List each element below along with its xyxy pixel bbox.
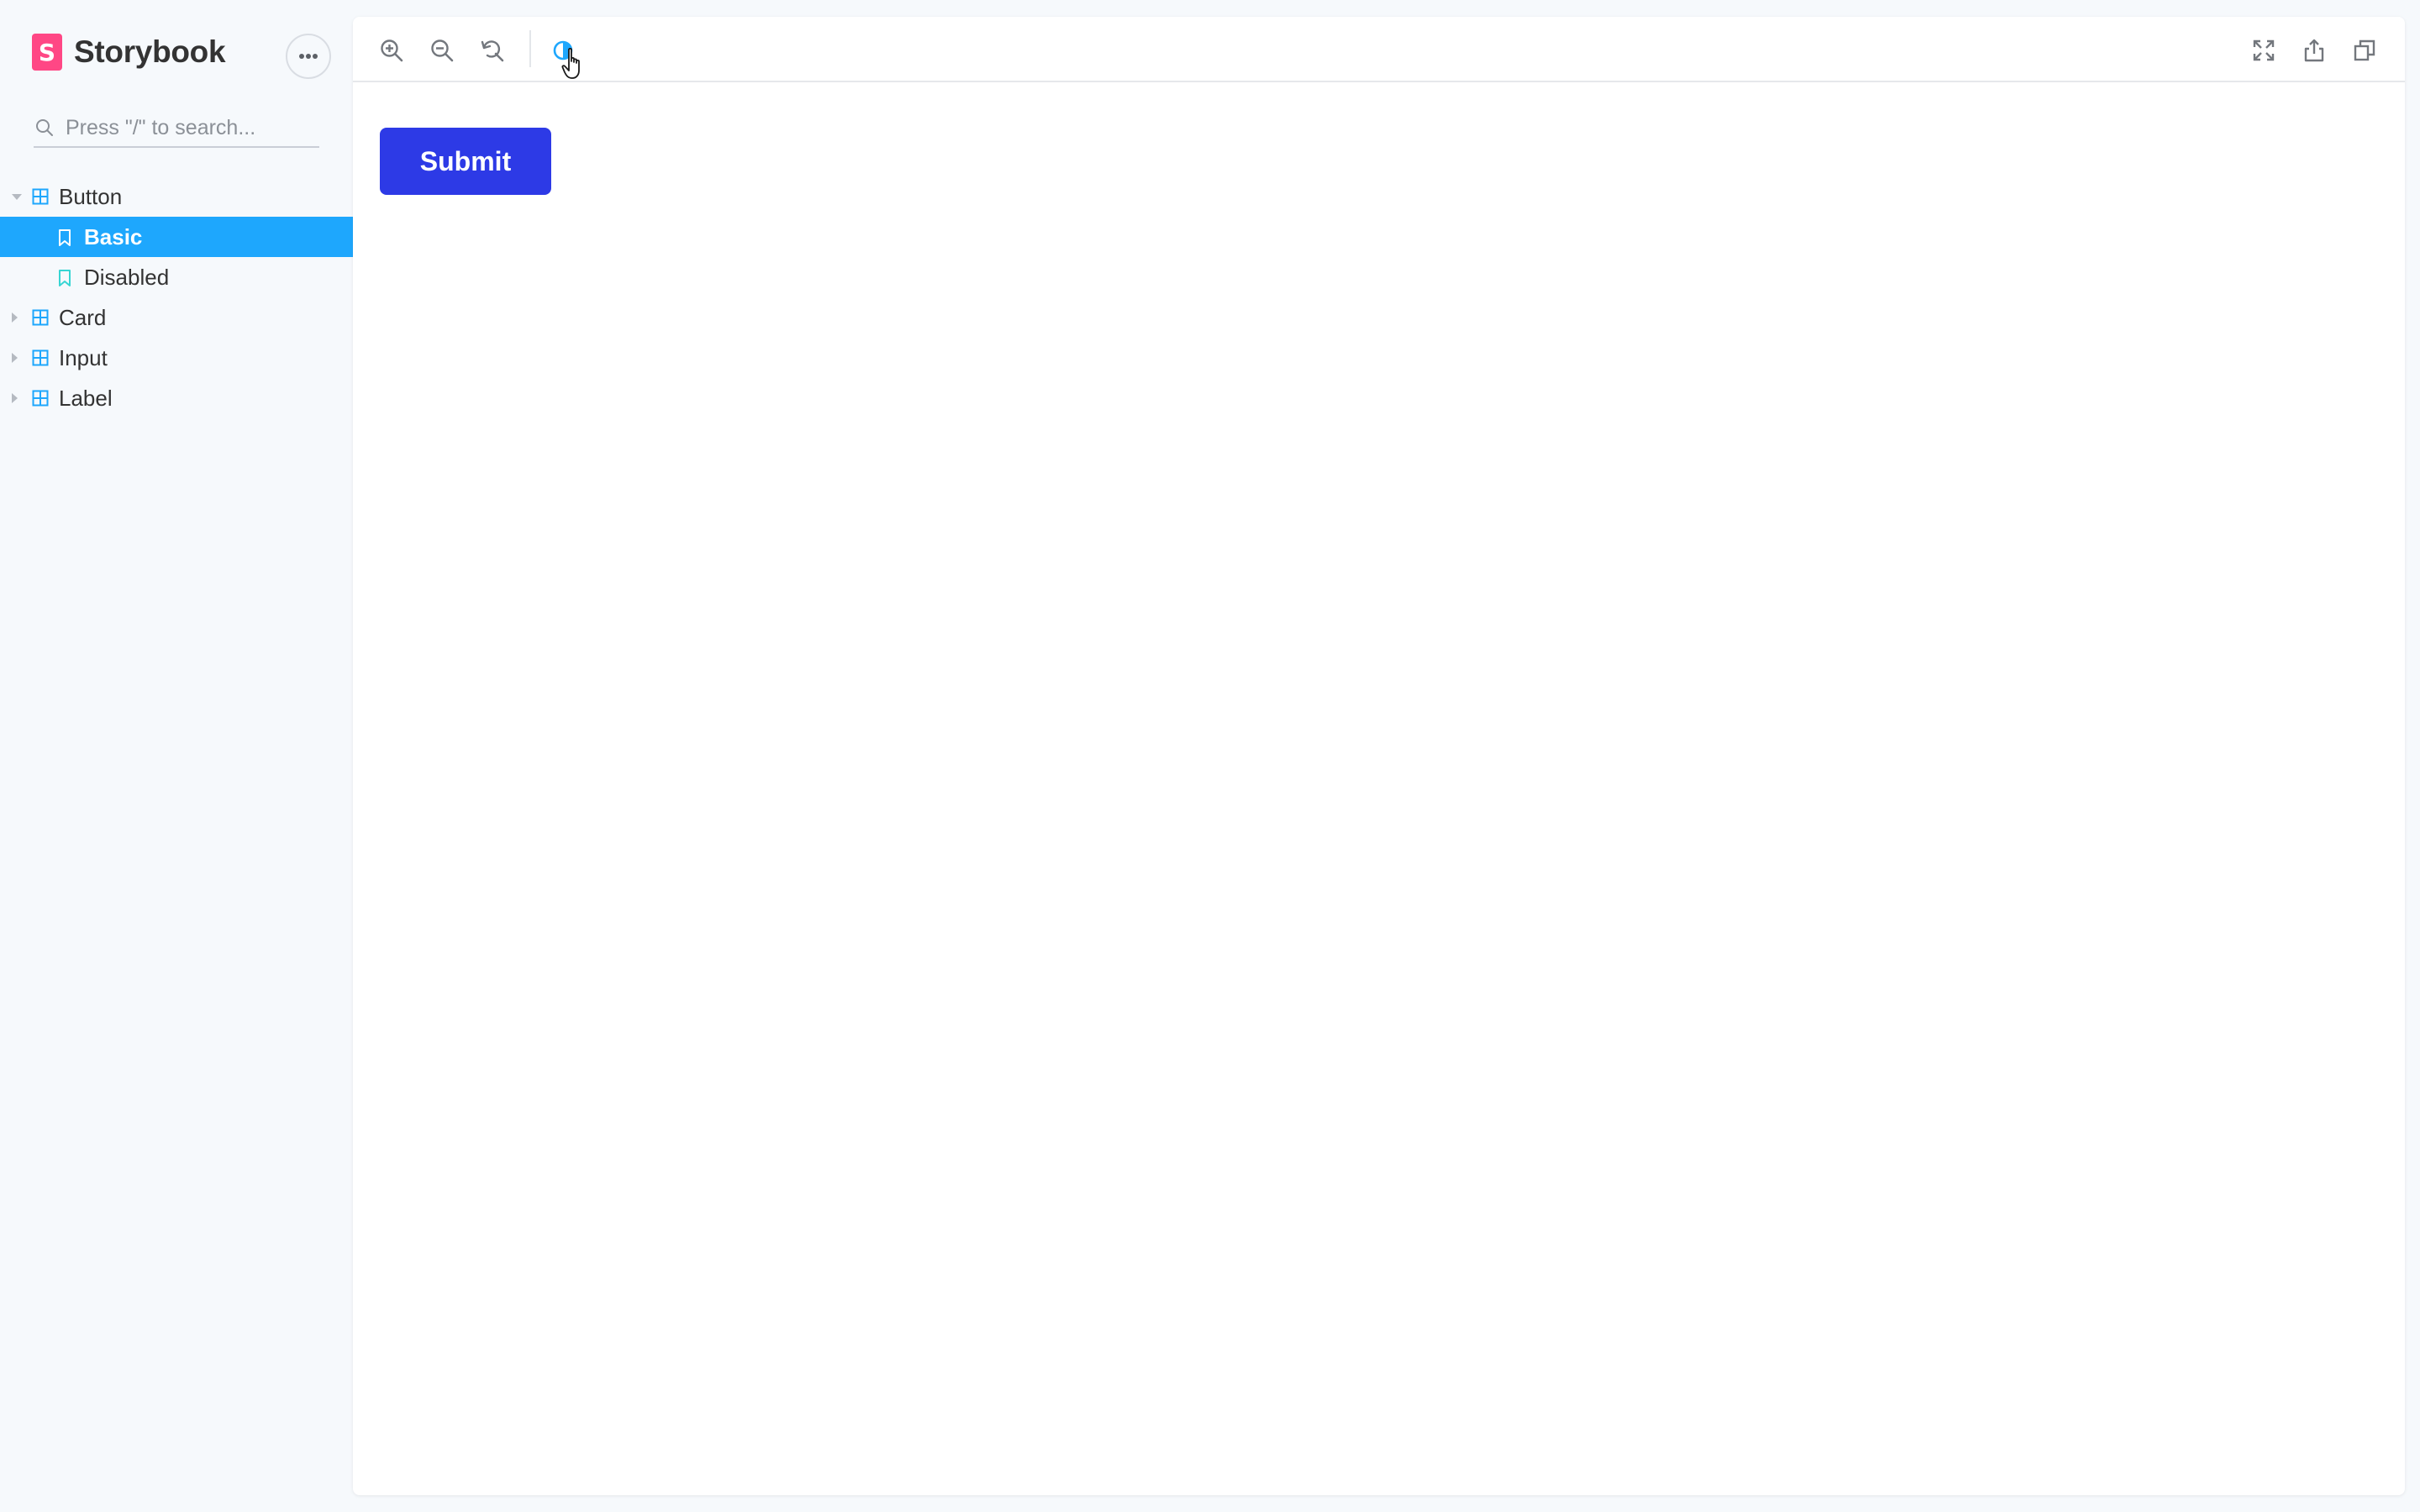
tree-item-disabled[interactable]: Disabled [0,257,353,297]
tree-item-label: Label [59,385,113,411]
component-icon [32,188,49,205]
zoom-in-button[interactable] [375,34,408,67]
search-box [34,109,319,148]
tree-item-label: Disabled [84,264,170,290]
tree-item-card[interactable]: Card [0,297,353,338]
preview-panel: Submit [353,17,2405,1495]
tree-item-label: Input [59,344,108,370]
bookmark-icon [59,229,71,246]
share-button[interactable] [2297,34,2331,67]
story-canvas: Submit [353,82,2405,1495]
ellipsis-icon [299,54,318,59]
storybook-logo-icon: S [32,34,62,71]
component-icon [32,390,49,407]
toolbar [353,17,2405,82]
brand-name: Storybook [74,34,226,69]
tree-item-input[interactable]: Input [0,338,353,378]
caret-right-icon [12,393,18,403]
search-input[interactable] [66,115,301,140]
component-icon [32,349,49,366]
story-tree: Button Basic Disabled Card Input Label [0,176,353,418]
hand-cursor-icon [561,47,580,79]
tree-item-label: Button [59,183,123,209]
submit-button[interactable]: Submit [380,128,551,195]
tree-item-basic[interactable]: Basic [0,217,353,257]
zoom-reset-button[interactable] [476,34,509,67]
copy-button[interactable] [2348,34,2381,67]
tree-item-label-component[interactable]: Label [0,378,353,418]
component-icon [32,309,49,326]
caret-right-icon [12,312,18,323]
fullscreen-button[interactable] [2247,34,2281,67]
sidebar: S Storybook Button [0,0,353,1512]
tree-item-button[interactable]: Button [0,176,353,217]
caret-right-icon [12,353,18,363]
zoom-in-icon [381,39,403,62]
zoom-out-button[interactable] [425,34,459,67]
caret-down-icon [12,194,22,200]
fullscreen-icon [2253,39,2275,61]
sidebar-menu-button[interactable] [286,34,331,79]
zoom-reset-icon [481,40,504,62]
brand[interactable]: S Storybook [32,32,226,72]
search-icon [36,119,53,136]
toolbar-separator [529,30,531,67]
copy-icon [2354,39,2375,61]
bookmark-icon [59,270,71,286]
share-icon [2304,39,2324,62]
tree-item-label: Card [59,304,107,330]
zoom-out-icon [431,39,454,62]
tree-item-label: Basic [84,223,143,249]
